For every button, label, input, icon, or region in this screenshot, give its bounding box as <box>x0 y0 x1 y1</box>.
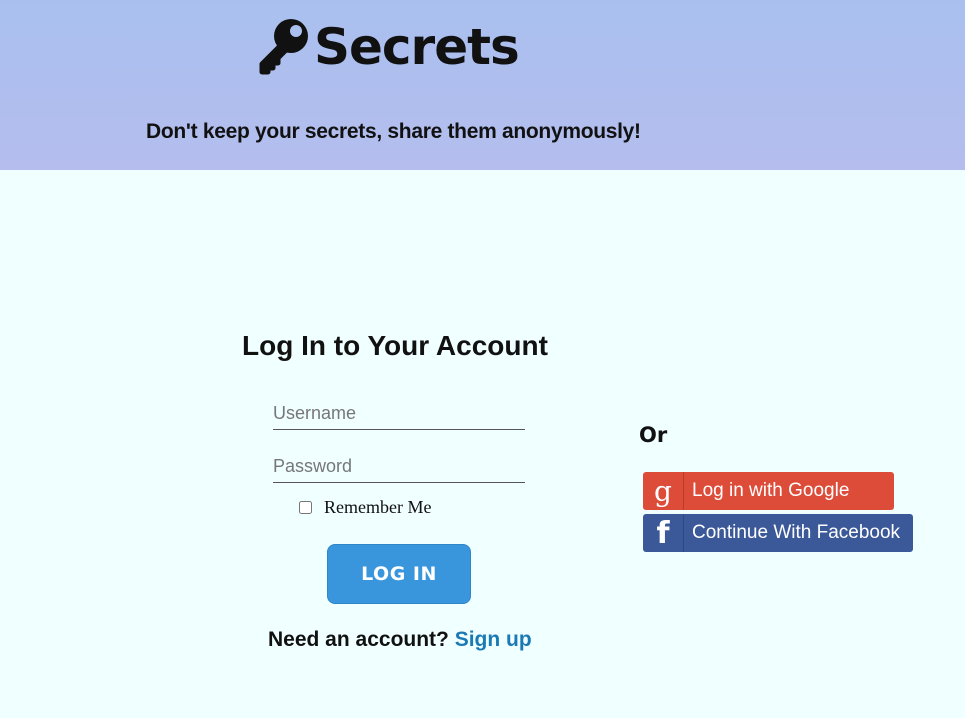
password-input[interactable] <box>273 450 525 483</box>
login-title: Log In to Your Account <box>242 330 548 361</box>
google-icon: g <box>643 472 684 510</box>
remember-me: Remember Me <box>299 497 431 518</box>
or-separator: Or <box>639 423 668 447</box>
facebook-login-button[interactable]: f Continue With Facebook <box>643 514 913 552</box>
google-login-button[interactable]: g Log in with Google <box>643 472 894 510</box>
facebook-icon: f <box>643 514 684 552</box>
need-account-text: Need an account? <box>268 628 449 651</box>
key-icon <box>259 19 308 75</box>
remember-me-checkbox[interactable] <box>299 501 312 514</box>
signup-link[interactable]: Sign up <box>455 628 532 651</box>
signup-prompt: Need an account? Sign up <box>268 628 532 652</box>
brand-name: Secrets <box>314 18 520 76</box>
tagline: Don't keep your secrets, share them anon… <box>146 120 641 143</box>
brand-logo[interactable]: Secrets <box>254 14 520 80</box>
facebook-login-label: Continue With Facebook <box>692 522 901 543</box>
login-button[interactable]: LOG IN <box>327 544 471 604</box>
google-login-label: Log in with Google <box>692 480 850 501</box>
username-input[interactable] <box>273 397 525 430</box>
remember-me-label: Remember Me <box>324 497 432 517</box>
header-banner: Secrets Don't keep your secrets, share t… <box>0 0 965 170</box>
